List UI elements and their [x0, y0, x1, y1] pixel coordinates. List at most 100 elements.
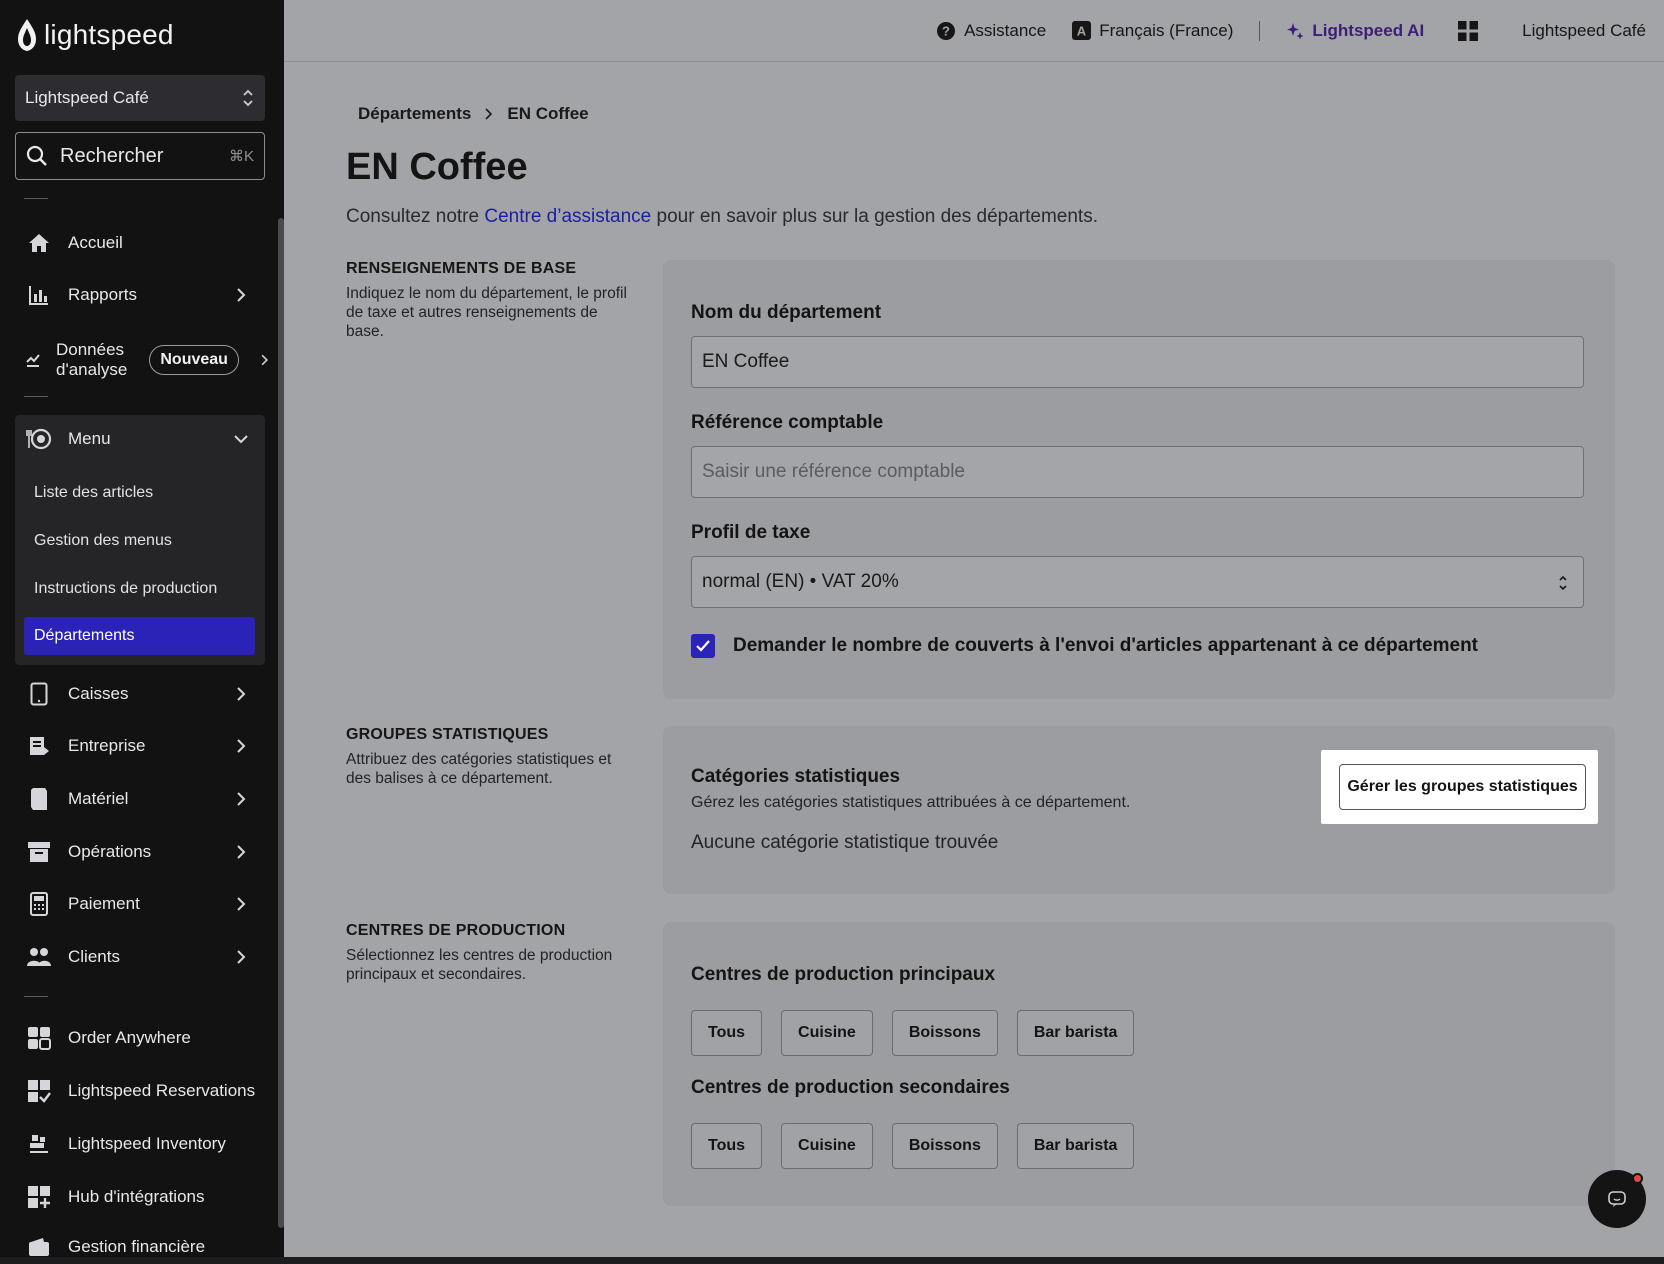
stats-section-desc: Attribuez des catégories statistiques et…: [346, 751, 612, 787]
breadcrumb-parent[interactable]: Départements: [358, 104, 471, 124]
tax-profile-value: normal (EN) • VAT 20%: [702, 571, 899, 592]
nav-payment[interactable]: Paiement: [0, 881, 270, 927]
device-icon: [31, 788, 47, 810]
tablet-icon: [30, 682, 48, 706]
chevron-right-icon: [261, 354, 268, 366]
language-label: Français (France): [1099, 20, 1234, 40]
nav-inventory-label: Lightspeed Inventory: [68, 1134, 226, 1153]
topbar-separator: [1259, 20, 1261, 41]
chevron-right-icon: [485, 108, 493, 120]
chevron-right-icon: [237, 288, 246, 302]
primary-chip-drinks[interactable]: Boissons: [891, 1010, 998, 1056]
nav-payment-label: Paiement: [68, 894, 140, 913]
nav-customers[interactable]: Clients: [0, 934, 270, 980]
secondary-chip-barista[interactable]: Bar barista: [1016, 1123, 1135, 1169]
brand-logo[interactable]: lightspeed: [16, 18, 174, 52]
accounting-ref-input[interactable]: Saisir une référence comptable: [691, 446, 1584, 498]
production-section-desc: Sélectionnez les centres de production p…: [346, 947, 613, 983]
nav-inventory[interactable]: Lightspeed Inventory: [0, 1121, 270, 1167]
manage-stat-groups-button[interactable]: Gérer les groupes statistiques: [1339, 764, 1586, 810]
location-selector[interactable]: Lightspeed Café: [15, 75, 265, 121]
primary-centers-chips: Tous Cuisine Boissons Bar barista: [691, 1010, 1135, 1056]
account-menu[interactable]: Lightspeed Café: [1522, 21, 1646, 41]
nav-menu[interactable]: Menu: [0, 416, 270, 462]
chat-icon: [1608, 1191, 1626, 1207]
covers-label: Demander le nombre de couverts à l'envoi…: [733, 635, 1479, 656]
wallet-icon: [29, 1238, 49, 1256]
payment-terminal-icon: [30, 892, 48, 916]
production-section-title: CENTRES DE PRODUCTION: [346, 922, 566, 939]
nav-business[interactable]: Entreprise: [0, 723, 270, 769]
checkmark-icon: [696, 640, 710, 652]
production-card: Centres de production principaux Tous Cu…: [663, 922, 1615, 1206]
chevron-right-icon: [237, 950, 246, 964]
dish-icon: [26, 428, 52, 450]
accounting-ref-label: Référence comptable: [691, 412, 884, 433]
help-center-link[interactable]: Centre d’assistance: [484, 206, 651, 227]
nav-hardware[interactable]: Matériel: [0, 776, 270, 822]
sidebar-item-departments[interactable]: Départements: [24, 617, 255, 655]
sidebar-divider: [24, 396, 48, 397]
covers-checkbox[interactable]: [691, 634, 715, 658]
nav-analytics[interactable]: Données d'analyse Nouveau: [0, 331, 270, 389]
account-label: Lightspeed Café: [1522, 20, 1646, 40]
new-badge: Nouveau: [149, 345, 239, 375]
sidebar-item-production-instructions[interactable]: Instructions de production: [24, 570, 254, 608]
ai-button[interactable]: Lightspeed AI: [1286, 21, 1424, 41]
sidebar-search[interactable]: Rechercher ⌘K: [15, 132, 265, 180]
sparkle-icon: [1287, 22, 1304, 39]
business-icon: [30, 737, 49, 755]
nav-home[interactable]: Accueil: [0, 220, 270, 266]
intro-after: pour en savoir plus sur la gestion des d…: [651, 206, 1099, 227]
language-button[interactable]: A Français (France): [1072, 21, 1233, 41]
sidebar-divider: [24, 198, 48, 199]
main-content: Départements EN Coffee EN Coffee Consult…: [284, 62, 1664, 1264]
nav-order-anywhere-label: Order Anywhere: [68, 1028, 191, 1047]
svg-text:A: A: [1077, 24, 1087, 39]
analytics-icon: [26, 354, 40, 367]
nav-analytics-label: Données d'analyse: [56, 340, 133, 380]
nav-reservations-label: Lightspeed Reservations: [68, 1081, 256, 1100]
primary-chip-barista[interactable]: Bar barista: [1016, 1010, 1135, 1056]
page-title: EN Coffee: [346, 146, 528, 188]
department-name-input[interactable]: EN Coffee: [691, 336, 1584, 388]
sidebar-item-menu-management[interactable]: Gestion des menus: [24, 522, 254, 560]
apps-grid-icon: [1458, 20, 1479, 41]
location-name: Lightspeed Café: [25, 88, 149, 107]
secondary-centers-chips: Tous Cuisine Boissons Bar barista: [691, 1123, 1135, 1169]
nav-analytics-label-line2: d'analyse: [56, 360, 128, 379]
up-down-chevron-icon: [243, 89, 253, 107]
primary-chip-kitchen[interactable]: Cuisine: [781, 1010, 873, 1056]
nav-integrations[interactable]: Hub d'intégrations: [0, 1174, 270, 1220]
help-button[interactable]: ? Assistance: [936, 21, 1046, 41]
stats-section-title: GROUPES STATISTIQUES: [346, 726, 549, 743]
nav-operations[interactable]: Opérations: [0, 829, 270, 875]
primary-centers-title: Centres de production principaux: [691, 964, 996, 985]
basic-section-desc: Indiquez le nom du département, le profi…: [346, 285, 627, 340]
chevron-down-icon: [234, 435, 248, 444]
secondary-chip-all[interactable]: Tous: [691, 1123, 763, 1169]
sidebar-item-item-list[interactable]: Liste des articles: [24, 474, 254, 512]
tax-profile-select[interactable]: normal (EN) • VAT 20%: [691, 556, 1584, 608]
nav-reservations[interactable]: Lightspeed Reservations: [0, 1068, 270, 1114]
help-label: Assistance: [964, 20, 1047, 40]
nav-reports[interactable]: Rapports: [0, 272, 270, 318]
nav-order-anywhere[interactable]: Order Anywhere: [0, 1015, 270, 1061]
primary-chip-all[interactable]: Tous: [691, 1010, 763, 1056]
chat-support-button[interactable]: [1588, 1170, 1646, 1228]
nav-reports-label: Rapports: [68, 285, 137, 304]
nav-registers[interactable]: Caisses: [0, 671, 270, 717]
chevron-right-icon: [237, 739, 246, 753]
stats-card: Catégories statistiques Gérez les catégo…: [663, 726, 1615, 894]
chevron-right-icon: [237, 792, 246, 806]
apps-button[interactable]: [1458, 20, 1479, 41]
secondary-chip-kitchen[interactable]: Cuisine: [781, 1123, 873, 1169]
bottom-edge: [0, 1257, 1664, 1264]
tax-profile-label: Profil de taxe: [691, 522, 811, 543]
name-label: Nom du département: [691, 302, 882, 323]
language-icon: A: [1072, 21, 1092, 40]
secondary-chip-drinks[interactable]: Boissons: [891, 1123, 998, 1169]
integrations-icon: [28, 1186, 50, 1208]
covers-option: Demander le nombre de couverts à l'envoi…: [691, 634, 1478, 658]
stats-card-title: Catégories statistiques: [691, 766, 901, 787]
